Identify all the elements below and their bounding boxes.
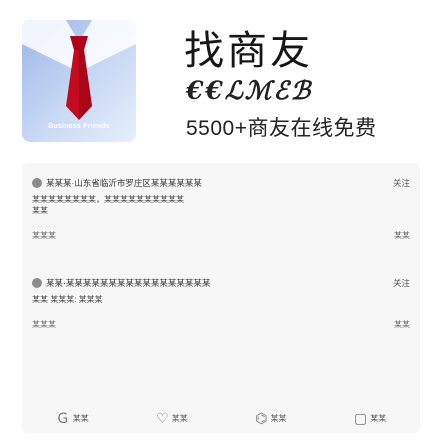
tab-label: 某某 — [171, 413, 188, 423]
tab-label: 某某 — [72, 413, 89, 423]
logo-caption: Business Friends — [48, 123, 110, 130]
heart-icon: ♡ — [156, 409, 169, 426]
comment-button[interactable]: 某某 — [394, 230, 410, 241]
follow-button[interactable]: 关注 — [393, 277, 410, 289]
post-user: 某某·某某某某某某某某某某某某某某某某某 — [46, 278, 211, 288]
post-time: 某某某 — [32, 231, 56, 240]
post-body: 某某 某某某: 某某某 — [32, 294, 410, 305]
app-logo: Business Friends — [22, 20, 136, 142]
app-tagline: 5500+商友在线免费 — [186, 117, 377, 140]
tab-likes[interactable]: ♡ 某某 — [156, 410, 188, 427]
post-body-line: 某某某某某某某某，某某某某某某某某某某 — [32, 195, 184, 204]
tab-label: 某某 — [370, 413, 387, 423]
post-body: 某某某某某某某某，某某某某某某某某某某 某某 — [32, 194, 410, 216]
list-item[interactable]: 某某某·山东省临沂市罗庄区某某某某某某 关注 某某某某某某某某，某某某某某某某某… — [32, 175, 410, 241]
home-icon: Ｇ — [55, 410, 70, 426]
comment-button[interactable]: 某某 — [394, 319, 410, 330]
app-subtitle: €€ℒℳℰℬ — [186, 76, 313, 105]
avatar[interactable] — [32, 178, 42, 188]
profile-icon: ▢ — [353, 409, 368, 426]
tab-messages[interactable]: ⌬ 某某 — [255, 410, 286, 427]
post-body-line: 某某 — [32, 206, 48, 215]
post-body-line: 某某 某某某: 某某某 — [32, 295, 103, 304]
tab-home[interactable]: Ｇ 某某 — [56, 408, 89, 428]
list-item[interactable]: 某某·某某某某某某某某某某某某某某某某某 关注 某某 某某某: 某某某 某某某 … — [32, 275, 410, 330]
tab-bar: Ｇ 某某 ♡ 某某 ⌬ 某某 ▢ 某某 — [22, 403, 420, 433]
post-user: 某某某·山东省临沂市罗庄区某某某某某某 — [46, 178, 202, 188]
tab-profile[interactable]: ▢ 某某 — [354, 410, 386, 427]
avatar[interactable] — [32, 278, 42, 288]
post-time: 某某某 — [32, 320, 56, 329]
app-card: Business Friends 找商友 €€ℒℳℰℬ 5500+商友在线免费 … — [0, 0, 440, 440]
tab-label: 某某 — [270, 413, 287, 423]
follow-button[interactable]: 关注 — [393, 177, 410, 189]
post-feed: 某某某·山东省临沂市罗庄区某某某某某某 关注 某某某某某某某某，某某某某某某某某… — [22, 163, 420, 433]
message-icon: ⌬ — [255, 409, 268, 426]
app-title: 找商友 — [184, 28, 313, 74]
